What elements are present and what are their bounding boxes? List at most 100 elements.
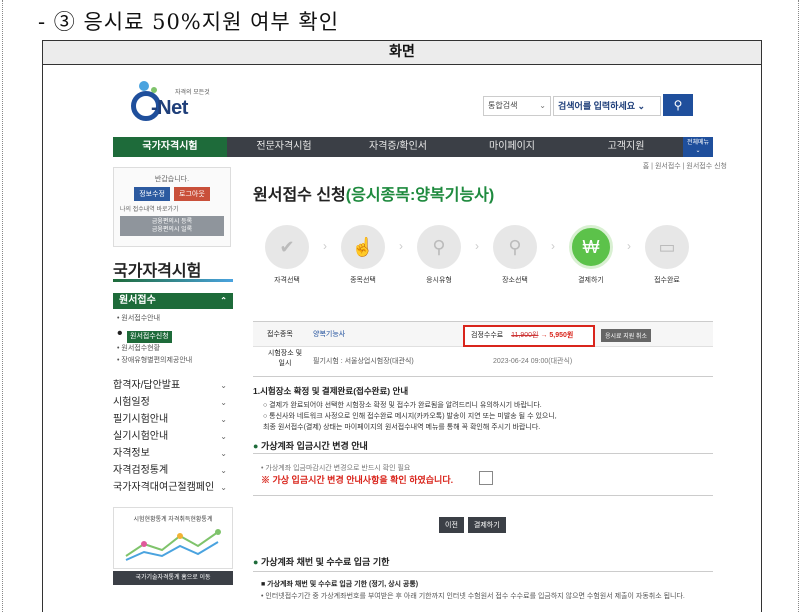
step-label: 장소선택 — [502, 277, 528, 284]
hand-pointer-icon: ☝ — [341, 225, 385, 269]
date-value: 2023-06-24 09:00(대관식) — [493, 358, 573, 365]
breadcrumb: 홈 | 원서접수 | 원서접수 신청 — [642, 163, 727, 170]
step-payment: ₩ 결제하기 › — [561, 225, 631, 285]
stats-home-button[interactable]: 국가기술자격통계 홈으로 이동 — [113, 571, 233, 585]
gnb-item-professional[interactable]: 전문자격시험 — [227, 137, 341, 157]
prev-button[interactable]: 이전 — [439, 517, 464, 533]
gnb-item-national[interactable]: 국가자격시험 — [113, 137, 227, 157]
bullet-icon: ● — [253, 557, 259, 567]
login-box: 반갑습니다. 정보수정 로그아웃 나의 접수내역 바로가기 금융편의시 등록 금… — [113, 167, 231, 247]
convenience-label-1: 금융편의시 등록 — [151, 219, 193, 225]
sidebar-item-campaign[interactable]: 국가자격대여근절캠페인 ⌄ — [113, 479, 233, 496]
sidebar-subitem-row: • 원서접수신청 — [117, 325, 233, 343]
sidebar-subitem[interactable]: • 원서접수안내 — [117, 313, 233, 325]
chevron-down-icon: ⌄ — [220, 432, 227, 441]
fee-label: 검정수수료 — [471, 332, 504, 339]
convenience-button[interactable]: 금융편의시 등록 금융편의시 일록 — [120, 216, 224, 236]
step-label: 종목선택 — [350, 277, 376, 284]
all-menu-label: 전체메뉴 — [686, 140, 710, 146]
won-coin-icon: ₩ — [569, 225, 613, 269]
step-complete: ▭ 접수완료 — [637, 225, 697, 285]
sidebar-item-application[interactable]: 원서접수 ⌃ — [113, 293, 233, 309]
gnb-item-certificate[interactable]: 자격증/확인서 — [341, 137, 455, 157]
page-title-accent: (응시종목:양복기능사) — [345, 187, 495, 204]
search-input[interactable]: 검색어를 입력하세요 ⌄ — [553, 96, 661, 116]
item-value: 양복기능사 — [313, 331, 346, 338]
logo-subtitle: 자격의 모든것 — [175, 90, 210, 96]
sidebar-item-practical[interactable]: 실기시험안내 ⌄ — [113, 428, 233, 445]
sidebar-item-schedule[interactable]: 시험일정 ⌄ — [113, 394, 233, 411]
logout-button[interactable]: 로그아웃 — [174, 187, 210, 201]
payment-notice: 1.시험장소 확정 및 결제완료(접수완료) 안내 ○ 결제가 완료되어야 선택… — [253, 385, 713, 433]
divider — [253, 495, 713, 496]
my-applications-link[interactable]: 나의 접수내역 바로가기 — [120, 204, 224, 213]
chevron-down-icon: ⌄ — [539, 101, 546, 110]
sidebar-menu: 합격자/답안발표 ⌄ 시험일정 ⌄ 필기시험안내 ⌄ 실기시험안내 ⌄ 자격정보 ⌄ 자격… — [113, 377, 233, 496]
sidebar-subitem-active[interactable]: 원서접수신청 — [127, 331, 172, 343]
application-info-table: 접수종목 양복기능사 검정수수료 11,900원 → 5,950원 응시료 지원… — [253, 321, 713, 377]
qnet-screen: 자격의 모든것 -Net 통합검색 ⌄ 검색어를 입력하세요 ⌄ ⚲ 국가자격시… — [69, 67, 737, 612]
search-scope-label: 통합검색 — [488, 101, 518, 110]
chevron-down-icon: ⌄ — [220, 398, 227, 407]
pay-button[interactable]: 결제하기 — [467, 517, 506, 533]
qnet-logo[interactable]: 자격의 모든것 -Net — [131, 81, 211, 129]
chevron-down-icon: ⌄ — [220, 415, 227, 424]
gnb-item-support[interactable]: 고객지원 — [569, 137, 683, 157]
sidebar-subitem[interactable]: • 원서접수현황 — [117, 343, 233, 355]
sidebar-item-stats[interactable]: 자격검정통계 ⌄ — [113, 462, 233, 479]
sidebar-item-results[interactable]: 합격자/답안발표 ⌄ — [113, 377, 233, 394]
notice-heading: 1.시험장소 확정 및 결제완료(접수완료) 안내 — [253, 386, 409, 396]
step-label: 자격선택 — [274, 277, 300, 284]
sidebar-subitem[interactable]: • 장애유형별편의제공안내 — [117, 355, 233, 367]
notice-line: 최종 원서접수(결제) 상태는 마이페이지의 원서접수내역 메뉴를 통해 꼭 확… — [263, 424, 541, 431]
sidebar-title: 국가자격시험 — [113, 263, 202, 280]
deadline-text: • 인터넷접수기간 중 가상계좌번호를 부여받은 후 아래 기한까지 인터넷 수… — [261, 593, 685, 600]
search-scope-select[interactable]: 통합검색 ⌄ — [483, 96, 551, 116]
search-button[interactable]: ⚲ — [663, 94, 693, 116]
all-menu-button[interactable]: 전체메뉴 ⌄ — [683, 137, 713, 157]
edit-info-button[interactable]: 정보수정 — [134, 187, 170, 201]
cancel-fee-support-button[interactable]: 응시료 지원 취소 — [601, 329, 651, 342]
step-nav: 이전 결제하기 — [439, 517, 506, 533]
deadline-section-title: ● 가상계좌 채번 및 수수료 입금 기한 — [253, 557, 390, 567]
chevron-up-icon: ⌃ — [220, 296, 227, 305]
deadline-subtitle: ■ 가상계좌 채번 및 수수료 입금 기한 (정기, 상시 공통) — [261, 581, 419, 588]
chevron-right-icon: › — [323, 239, 327, 253]
chevron-down-icon: ⌄ — [220, 449, 227, 458]
stats-banner[interactable]: 시험현황통계 자격취득현황통계 — [113, 507, 233, 569]
greeting: 반갑습니다. — [154, 176, 190, 183]
step-qualification: ✔ 자격선택 › — [257, 225, 327, 285]
location-pin-icon: ⚲ — [493, 225, 537, 269]
chevron-right-icon: › — [551, 239, 555, 253]
check-icon: ✔ — [265, 225, 309, 269]
fee-original: 11,900원 — [511, 332, 539, 339]
place-value: 필기시험 : 서울상업시험장(대관식) — [313, 358, 414, 365]
divider — [253, 453, 713, 454]
chevron-right-icon: › — [399, 239, 403, 253]
sidebar-subitems: • 원서접수안내 • 원서접수신청 • 원서접수현황 • 장애유형별편의제공안내 — [117, 313, 233, 367]
step-label: 결제하기 — [578, 277, 604, 284]
confirm-checkbox[interactable] — [479, 471, 493, 485]
chevron-down-icon: ⌄ — [220, 466, 227, 475]
logo-brand: -Net — [151, 97, 188, 119]
stats-banner-label: 시험현황통계 자격취득현황통계 — [133, 517, 213, 523]
sidebar-underline — [113, 279, 233, 282]
fee-highlight-box: 검정수수료 11,900원 → 5,950원 — [463, 325, 595, 347]
confirm-warning: ※ 가상 입금시간 변경 안내사항을 확인 하였습니다. — [261, 475, 454, 485]
notice-line: ○ 결제가 완료되어야 선택한 시험장소 확정 및 접수가 완료됨을 알려드리니… — [263, 402, 542, 409]
sidebar-item-info[interactable]: 자격정보 ⌄ — [113, 445, 233, 462]
chevron-right-icon: › — [475, 239, 479, 253]
virtual-account-section-title: ● 가상계좌 입금시간 변경 안내 — [253, 441, 368, 451]
step-item: ☝ 종목선택 › — [333, 225, 403, 285]
global-nav: 국가자격시험 전문자격시험 자격증/확인서 마이페이지 고객지원 전체메뉴 ⌄ — [113, 137, 713, 157]
notice-line: ○ 통신사와 네트워크 사정으로 인해 접수완료 메시지(카카오톡) 발송이 지… — [263, 413, 557, 420]
chevron-down-icon: ⌄ — [220, 381, 227, 390]
convenience-label-2: 금융편의시 일록 — [151, 227, 193, 233]
document-heading: - ③ 응시료 50%지원 여부 확인 — [38, 10, 340, 34]
stats-chart-icon — [125, 529, 221, 561]
bullet-icon: ● — [253, 441, 259, 451]
sidebar-item-written[interactable]: 필기시험안내 ⌄ — [113, 411, 233, 428]
table-row: 접수종목 양복기능사 검정수수료 11,900원 → 5,950원 응시료 지원… — [253, 321, 713, 347]
gnb-item-mypage[interactable]: 마이페이지 — [455, 137, 569, 157]
search-icon: ⚲ — [417, 225, 461, 269]
